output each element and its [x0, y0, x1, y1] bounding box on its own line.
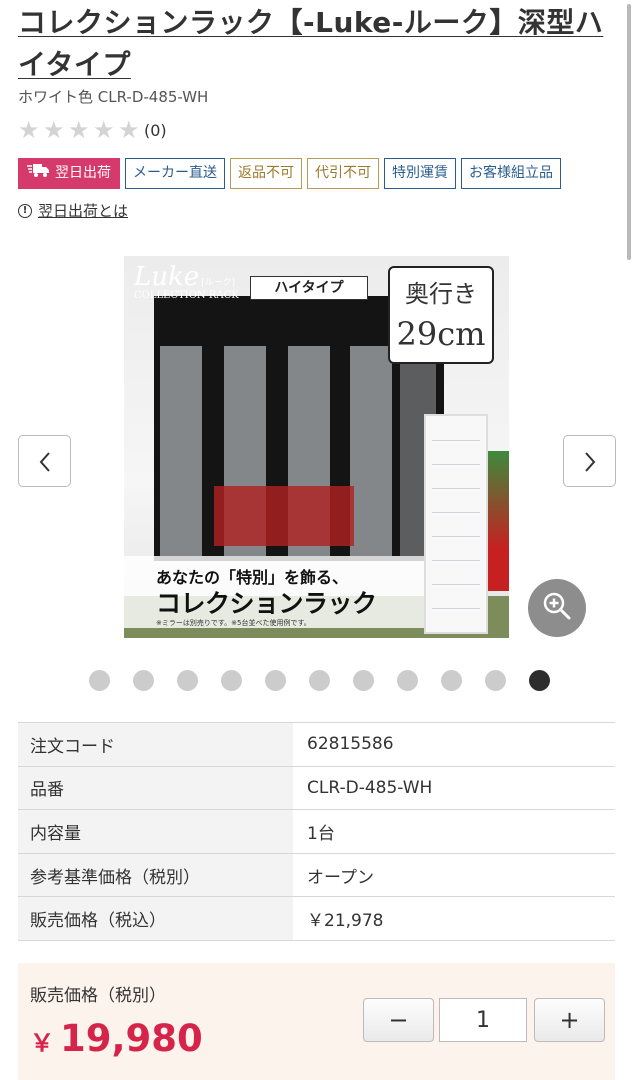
spec-label: 参考基準価格（税別）	[18, 852, 293, 897]
spec-label: 内容量	[18, 809, 293, 854]
product-subtitle: ホワイト色 CLR-D-485-WH	[18, 88, 209, 106]
pagination-dot[interactable]	[441, 670, 462, 691]
spec-value: 1台	[293, 809, 615, 854]
currency-symbol: ￥	[30, 1029, 54, 1057]
zoom-button[interactable]	[528, 579, 586, 637]
tag-direct-ship: メーカー直送	[125, 158, 225, 189]
info-icon: !	[18, 203, 32, 218]
rating: ★ ★ ★ ★ ★ (0)	[18, 118, 167, 142]
product-image[interactable]: Luke [ルーク] COLLECTION RACK ハイタイプ 奥行き 29cm…	[124, 256, 509, 638]
price-box: 販売価格（税別） ￥19,980 − +	[18, 963, 615, 1080]
price-value: ￥ 19,980	[30, 1017, 203, 1060]
tag-next-day: 翌日出荷	[18, 158, 120, 189]
star-icon: ★	[43, 116, 65, 144]
price-amount: 19,980	[60, 1017, 203, 1060]
tag-no-return: 返品不可	[230, 158, 302, 189]
pagination-dot-active[interactable]	[529, 670, 550, 691]
tag-list: 翌日出荷 メーカー直送 返品不可 代引不可 特別運賃 お客様組立品	[18, 158, 561, 189]
table-row: 内容量 1台	[18, 809, 615, 854]
table-row: 注文コード 62815586	[18, 722, 615, 767]
spec-label: 品番	[18, 765, 293, 810]
star-icon: ★	[93, 116, 115, 144]
plant-illustration	[486, 451, 509, 591]
chevron-left-icon	[37, 446, 53, 476]
type-badge: ハイタイプ	[250, 276, 368, 300]
image-pagination	[89, 670, 550, 691]
depth-value: 29cm	[396, 315, 486, 353]
star-icon: ★	[118, 116, 140, 144]
quantity-input[interactable]	[439, 998, 527, 1042]
prev-image-button[interactable]	[18, 435, 71, 487]
star-icon: ★	[68, 116, 90, 144]
quantity-decrease-button[interactable]: −	[363, 998, 434, 1042]
image-note: ※ミラーは別売りです。※5台並べた使用例です。	[156, 619, 311, 627]
spec-label: 注文コード	[18, 722, 293, 767]
pagination-dot[interactable]	[353, 670, 374, 691]
product-title[interactable]: コレクションラック【-Luke-ルーク】深型ハイタイプ	[18, 2, 618, 86]
tagline-2: コレクションラック	[156, 589, 377, 618]
white-rack-illustration	[424, 414, 488, 634]
table-row: 品番 CLR-D-485-WH	[18, 765, 615, 810]
next-day-shipping-link[interactable]: 翌日出荷とは	[38, 200, 128, 221]
pagination-dot[interactable]	[309, 670, 330, 691]
brand-logo-sub: COLLECTION RACK	[134, 290, 239, 301]
spec-value: オープン	[293, 852, 615, 897]
depth-label: 奥行き	[405, 280, 477, 308]
tag-special-freight: 特別運賃	[384, 158, 456, 189]
spec-value: ￥21,978	[293, 896, 615, 941]
next-image-button[interactable]	[563, 435, 616, 487]
pagination-dot[interactable]	[485, 670, 506, 691]
tag-label: 翌日出荷	[55, 165, 111, 181]
page-scrollbar[interactable]	[627, 4, 631, 260]
price-label: 販売価格（税別）	[30, 986, 166, 1006]
shipping-note: ! 翌日出荷とは	[18, 200, 128, 221]
brand-logo: Luke [ルーク]	[134, 262, 236, 292]
quantity-increase-button[interactable]: +	[534, 998, 605, 1042]
spec-value: CLR-D-485-WH	[293, 765, 615, 810]
table-row: 参考基準価格（税別） オープン	[18, 852, 615, 897]
spec-value: 62815586	[293, 722, 615, 767]
spec-label: 販売価格（税込）	[18, 896, 293, 941]
pagination-dot[interactable]	[133, 670, 154, 691]
truck-icon	[27, 159, 49, 188]
pagination-dot[interactable]	[397, 670, 418, 691]
tag-assembly-required: お客様組立品	[461, 158, 561, 189]
star-icon: ★	[18, 116, 40, 144]
depth-badge: 奥行き 29cm	[388, 266, 494, 364]
pagination-dot[interactable]	[177, 670, 198, 691]
pagination-dot[interactable]	[221, 670, 242, 691]
chevron-right-icon	[582, 446, 598, 476]
tag-no-cod: 代引不可	[307, 158, 379, 189]
table-row: 販売価格（税込） ￥21,978	[18, 896, 615, 941]
spec-table: 注文コード 62815586 品番 CLR-D-485-WH 内容量 1台 参考…	[18, 722, 615, 941]
rating-count: (0)	[144, 120, 167, 140]
pagination-dot[interactable]	[89, 670, 110, 691]
zoom-in-icon	[542, 591, 572, 625]
pagination-dot[interactable]	[265, 670, 286, 691]
